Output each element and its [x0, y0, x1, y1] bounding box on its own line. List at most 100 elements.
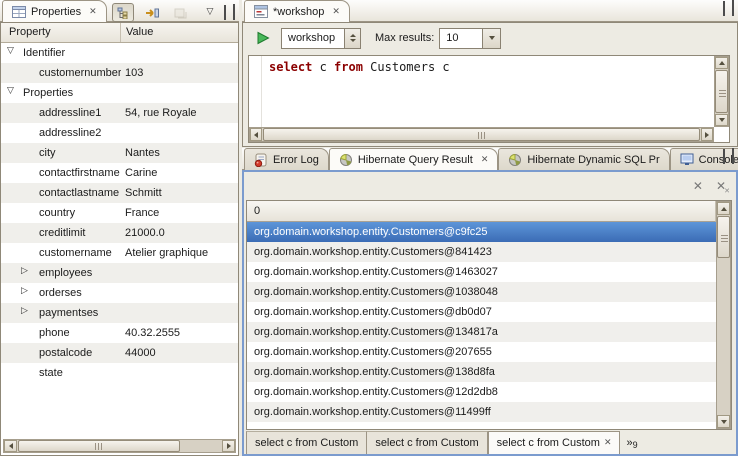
column-header-value[interactable]: Value — [121, 23, 238, 42]
property-row[interactable]: contactfirstnameCarine — [1, 163, 238, 183]
close-editor-icon[interactable]: ✕ — [332, 7, 340, 17]
expand-toggle-icon[interactable]: ▷ — [21, 286, 28, 297]
column-header-property[interactable]: Property — [1, 23, 121, 42]
result-column-header[interactable]: 0 — [247, 201, 716, 222]
maximize-button[interactable] — [732, 151, 734, 163]
tree-mode-button[interactable] — [112, 3, 134, 22]
close-result-button[interactable]: ✕ — [693, 180, 703, 192]
property-row[interactable]: creditlimit21000.0 — [1, 223, 238, 243]
property-name-cell: state — [1, 363, 121, 383]
query-result-tab[interactable]: select c from Custom — [246, 431, 367, 454]
collapse-toggle-icon[interactable]: ▽ — [7, 86, 14, 97]
tab-workshop-editor[interactable]: *workshop ✕ — [244, 0, 350, 22]
query-result-tab[interactable]: select c from Custom✕ — [488, 431, 621, 454]
scroll-down-button[interactable] — [715, 114, 728, 126]
property-name-cell: country — [1, 203, 121, 223]
hql-editor-view: *workshop ✕ workshop Max results: 10 — [242, 0, 738, 147]
property-name-cell: customername — [1, 243, 121, 263]
results-corner-buttons — [723, 151, 734, 163]
property-row[interactable]: ▽Identifier — [1, 43, 238, 63]
close-view-icon[interactable]: ✕ — [481, 155, 489, 165]
expand-toggle-icon[interactable]: ▷ — [21, 266, 28, 277]
property-name: paymentses — [39, 307, 98, 319]
tab-error-log[interactable]: Error Log — [244, 148, 329, 170]
horizontal-scrollbar[interactable] — [249, 127, 714, 142]
max-results-combo[interactable]: 10 — [439, 28, 501, 49]
result-row[interactable]: org.domain.workshop.entity.Customers@114… — [247, 402, 716, 422]
property-row[interactable]: addressline154, rue Royale — [1, 103, 238, 123]
scrollbar-thumb[interactable] — [18, 440, 180, 452]
collapse-toggle-icon[interactable]: ▽ — [7, 46, 14, 57]
tab-overflow-chevron[interactable]: »9 — [620, 431, 643, 454]
hibernate-query-result-view: Error LogHibernate Query Result✕Hibernat… — [242, 148, 738, 456]
dropdown-arrow-icon[interactable] — [482, 29, 500, 48]
scroll-right-button[interactable] — [701, 128, 713, 141]
property-name-cell: ▽Identifier — [1, 43, 121, 63]
property-row[interactable]: state — [1, 363, 238, 383]
property-value: Schmitt — [125, 187, 236, 199]
scrollbar-thumb[interactable] — [717, 216, 730, 258]
spinner-arrows-icon[interactable] — [344, 29, 360, 48]
vertical-scrollbar[interactable] — [714, 56, 729, 127]
property-row[interactable]: customernumber103 — [1, 63, 238, 83]
result-row[interactable]: org.domain.workshop.entity.Customers@841… — [247, 242, 716, 262]
property-row[interactable]: postalcode44000 — [1, 343, 238, 363]
result-row[interactable]: org.domain.workshop.entity.Customers@207… — [247, 342, 716, 362]
expand-toggle-icon[interactable]: ▷ — [21, 306, 28, 317]
show-advanced-properties-button[interactable] — [141, 3, 163, 22]
result-row[interactable]: org.domain.workshop.entity.Customers@12d… — [247, 382, 716, 402]
connection-combo[interactable]: workshop — [281, 28, 361, 49]
property-row[interactable]: customernameAtelier graphique — [1, 243, 238, 263]
scroll-left-button[interactable] — [4, 440, 17, 452]
property-name-cell: ▽Properties — [1, 83, 121, 103]
tab-properties[interactable]: Properties ✕ — [2, 0, 107, 22]
result-row[interactable]: org.domain.workshop.entity.Customers@c9f… — [247, 222, 716, 242]
horizontal-scrollbar[interactable] — [3, 439, 236, 453]
minimize-button[interactable] — [723, 3, 725, 15]
close-all-results-button[interactable]: ✕✕ — [716, 180, 726, 192]
property-row[interactable]: country France — [1, 203, 238, 223]
maximize-button[interactable] — [233, 7, 235, 19]
property-row[interactable]: contactlastnameSchmitt — [1, 183, 238, 203]
property-row[interactable]: cityNantes — [1, 143, 238, 163]
close-tab-icon[interactable]: ✕ — [604, 438, 612, 448]
run-query-button[interactable] — [255, 31, 271, 45]
result-row[interactable]: org.domain.workshop.entity.Customers@134… — [247, 322, 716, 342]
property-row[interactable]: addressline2 — [1, 123, 238, 143]
tab-hibernate-dynamic-sql-pr[interactable]: Hibernate Dynamic SQL Pr — [498, 148, 669, 170]
sql-text-area[interactable]: select c from Customers c — [248, 55, 730, 143]
close-view-icon[interactable]: ✕ — [89, 7, 97, 17]
tab-hibernate-query-result[interactable]: Hibernate Query Result ✕ — [329, 148, 499, 170]
property-row[interactable]: ▽Properties — [1, 83, 238, 103]
property-name-cell: addressline2 — [1, 123, 121, 143]
property-row[interactable]: ▷employees — [1, 263, 238, 283]
scroll-down-button[interactable] — [717, 415, 730, 428]
sql-query-text[interactable]: select c from Customers c — [269, 60, 709, 74]
scroll-right-button[interactable] — [222, 440, 235, 452]
minimize-button[interactable] — [723, 151, 725, 163]
maximize-button[interactable] — [732, 3, 734, 15]
tab-label: select c from Custom — [255, 437, 358, 449]
result-row[interactable]: org.domain.workshop.entity.Customers@db0… — [247, 302, 716, 322]
query-result-tab[interactable]: select c from Custom — [367, 431, 487, 454]
property-row[interactable]: phone40.32.2555 — [1, 323, 238, 343]
result-row[interactable]: org.domain.workshop.entity.Customers@138… — [247, 362, 716, 382]
scrollbar-thumb[interactable] — [263, 128, 700, 141]
vertical-scrollbar[interactable] — [716, 201, 731, 429]
property-name-cell: phone — [1, 323, 121, 343]
result-row[interactable]: org.domain.workshop.entity.Customers@146… — [247, 262, 716, 282]
scrollbar-thumb[interactable] — [715, 70, 728, 113]
tab-label: Hibernate Query Result — [358, 154, 473, 166]
minimize-button[interactable] — [224, 7, 226, 19]
scroll-up-button[interactable] — [715, 57, 728, 69]
max-results-value: 10 — [440, 29, 482, 48]
result-row[interactable]: org.domain.workshop.entity.Customers@103… — [247, 282, 716, 302]
property-value: 54, rue Royale — [125, 107, 236, 119]
scroll-left-button[interactable] — [250, 128, 262, 141]
property-value: France — [125, 207, 236, 219]
editor-toolbar: workshop Max results: 10 — [243, 23, 737, 53]
property-row[interactable]: ▷ paymentses — [1, 303, 238, 323]
scroll-up-button[interactable] — [717, 202, 730, 215]
property-row[interactable]: ▷orderses — [1, 283, 238, 303]
view-menu-icon[interactable]: ▽ — [203, 3, 217, 22]
